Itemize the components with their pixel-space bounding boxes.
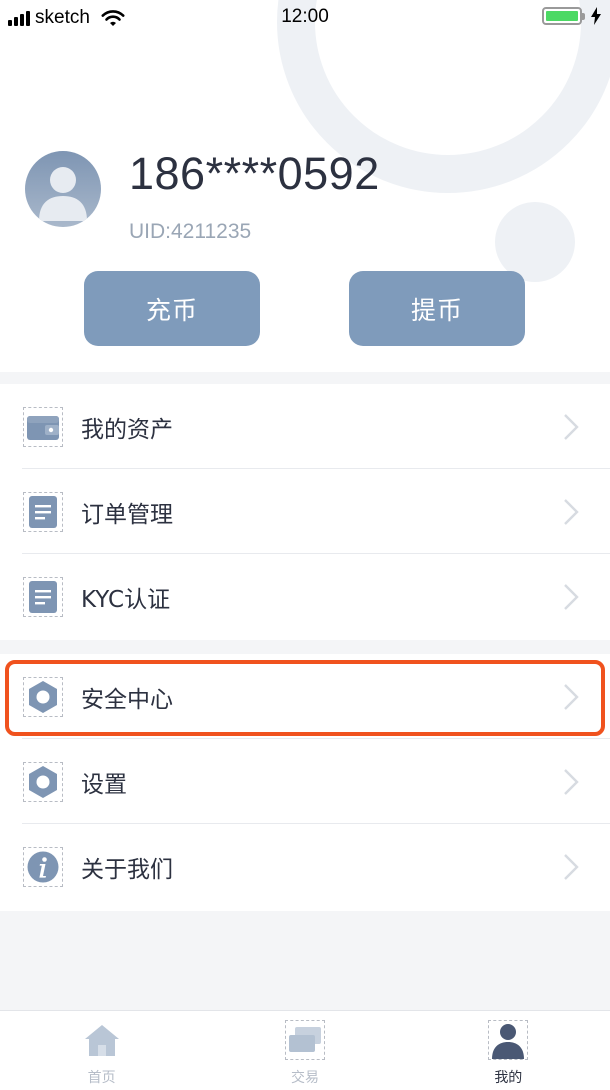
menu-label: 我的资产	[81, 416, 173, 443]
battery-icon	[542, 7, 585, 25]
menu-group-settings: 安全中心 设置 关于我们	[0, 654, 610, 911]
document-icon	[23, 576, 63, 617]
menu-label: 订单管理	[81, 501, 173, 528]
menu-group-account: 我的资产 订单管理 KYC认证	[0, 384, 610, 640]
bottom-tab-bar: 首页 交易 我的	[0, 1010, 610, 1090]
user-icon	[39, 167, 87, 221]
menu-item-order-management[interactable]: 订单管理	[0, 469, 610, 554]
menu-item-about-us[interactable]: 关于我们	[0, 824, 610, 909]
chevron-right-icon	[564, 768, 579, 795]
chevron-right-icon	[564, 683, 579, 710]
deposit-button[interactable]: 充币	[84, 271, 260, 346]
chevron-right-icon	[564, 413, 579, 440]
document-icon	[23, 491, 63, 532]
status-bar: sketch 12:00	[0, 0, 610, 36]
menu-item-security-center[interactable]: 安全中心	[0, 654, 610, 739]
hexagon-nut-icon	[23, 676, 63, 717]
tab-label: 我的	[494, 1070, 523, 1086]
chevron-right-icon	[564, 583, 579, 610]
withdraw-button[interactable]: 提币	[349, 271, 525, 346]
phone-number: 186****0592	[129, 148, 380, 199]
profile-header: sketch 12:00 186****0592 UID:4211235 充币 …	[0, 0, 610, 372]
chevron-right-icon	[564, 853, 579, 880]
menu-label: 关于我们	[81, 856, 173, 883]
menu-item-settings[interactable]: 设置	[0, 739, 610, 824]
menu-label: 设置	[81, 771, 127, 798]
chevron-right-icon	[564, 498, 579, 525]
home-icon	[82, 1020, 122, 1060]
tab-mine[interactable]: 我的	[407, 1011, 610, 1090]
charging-bolt-icon	[591, 7, 601, 25]
menu-item-my-assets[interactable]: 我的资产	[0, 384, 610, 469]
menu-label: KYC认证	[81, 586, 171, 613]
info-icon	[23, 846, 63, 887]
menu-label: 安全中心	[81, 686, 173, 713]
tab-trade[interactable]: 交易	[203, 1011, 406, 1090]
tab-home[interactable]: 首页	[0, 1011, 203, 1090]
tab-label: 首页	[87, 1070, 116, 1086]
hexagon-nut-icon	[23, 761, 63, 802]
tab-label: 交易	[290, 1070, 319, 1086]
wallet-icon	[23, 406, 63, 447]
cards-icon	[284, 1020, 325, 1060]
menu-item-kyc-verification[interactable]: KYC认证	[0, 554, 610, 639]
user-uid: UID:4211235	[129, 220, 252, 243]
user-icon	[488, 1020, 529, 1060]
avatar[interactable]	[25, 151, 101, 227]
status-time: 12:00	[281, 6, 329, 27]
